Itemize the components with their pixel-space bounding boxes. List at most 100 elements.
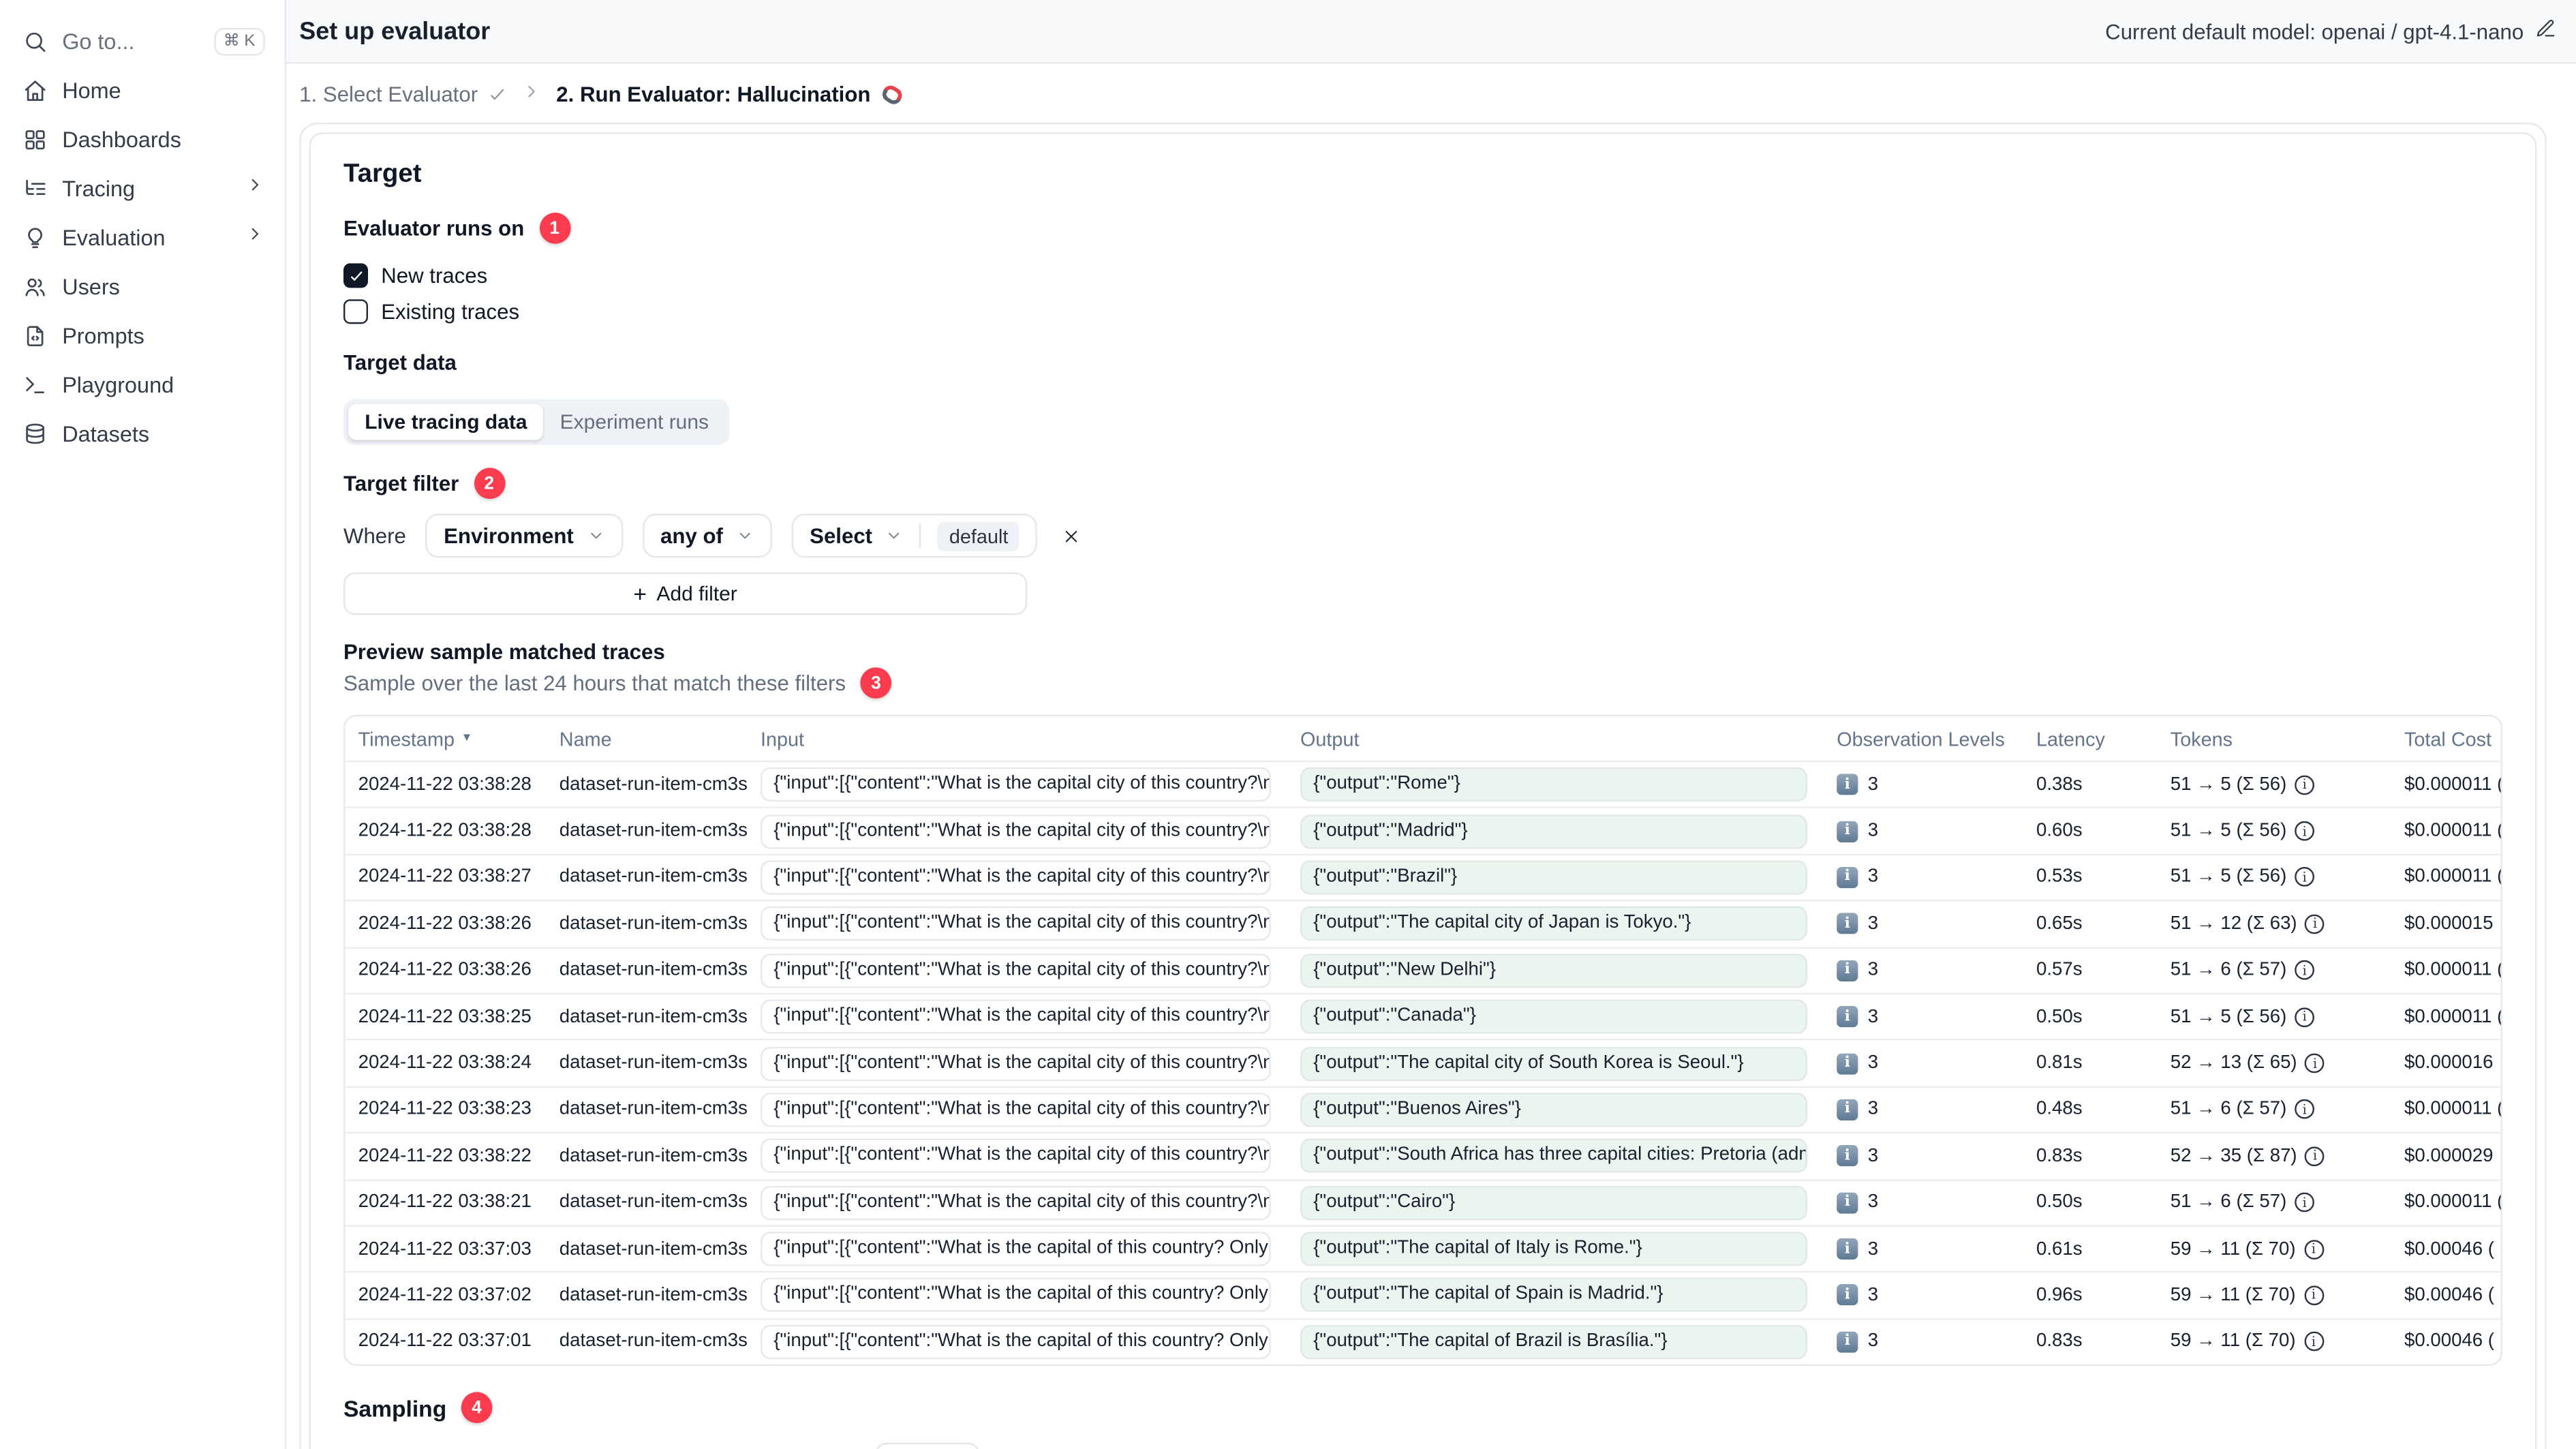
output-json[interactable]: {"output":"Canada"} [1300, 999, 1807, 1035]
checkbox-unchecked-icon[interactable] [343, 299, 368, 324]
breadcrumb-step1[interactable]: 1. Select Evaluator [299, 82, 507, 106]
breadcrumb-step2[interactable]: 2. Run Evaluator: Hallucination [556, 82, 905, 106]
output-json[interactable]: {"output":"Cairo"} [1300, 1185, 1807, 1220]
input-json[interactable]: {"input":[{"content":"What is the capita… [761, 906, 1271, 941]
info-circle-icon[interactable]: i [2305, 914, 2325, 934]
sidebar-item-playground[interactable]: Playground [0, 360, 285, 409]
checkbox-checked-icon[interactable] [343, 263, 368, 288]
table-row[interactable]: 2024-11-22 03:38:25 dataset-run-item-cm3s… [345, 992, 2501, 1039]
sampling-value-input[interactable]: 100.00 [875, 1442, 980, 1449]
info-circle-icon[interactable]: i [2303, 1285, 2324, 1306]
output-json[interactable]: {"output":"The capital city of South Kor… [1300, 1046, 1807, 1081]
cell-name: dataset-run-item-cm3s4 [559, 1099, 748, 1120]
sidebar-item-label: Playground [62, 372, 174, 397]
info-circle-icon[interactable]: i [2295, 868, 2315, 887]
input-json[interactable]: {"input":[{"content":"What is the capita… [761, 1139, 1271, 1174]
close-icon [1066, 530, 1078, 542]
add-filter-button[interactable]: + Add filter [343, 573, 1028, 615]
cell-output: {"output":"South Africa has three capita… [1287, 1139, 1824, 1174]
output-json[interactable]: {"output":"Rome"} [1300, 767, 1807, 802]
input-json[interactable]: {"input":[{"content":"What is the capita… [761, 1324, 1271, 1360]
column-header-observation-levels[interactable]: Observation Levels [1824, 727, 2023, 750]
output-json[interactable]: {"output":"Brazil"} [1300, 860, 1807, 895]
output-json[interactable]: {"output":"New Delhi"} [1300, 953, 1807, 988]
column-header-latency[interactable]: Latency [2023, 727, 2158, 750]
output-json[interactable]: {"output":"The capital city of Japan is … [1300, 906, 1807, 941]
table-row[interactable]: 2024-11-22 03:38:21 dataset-run-item-cm3s… [345, 1178, 2501, 1225]
info-circle-icon[interactable]: i [2303, 1332, 2324, 1352]
sidebar-item-home[interactable]: Home [0, 65, 285, 115]
table-row[interactable]: 2024-11-22 03:38:22 dataset-run-item-cm3s… [345, 1132, 2501, 1178]
cell-total-cost: $0.000011 ( [2404, 868, 2503, 887]
column-header-name[interactable]: Name [547, 727, 748, 750]
output-json[interactable]: {"output":"The capital of Italy is Rome.… [1300, 1232, 1807, 1266]
sidebar-item-tracing[interactable]: Tracing [0, 164, 285, 213]
preview-traces-table: Timestamp ▼ Name Input Output Observation… [343, 714, 2503, 1367]
output-json[interactable]: {"output":"The capital of Spain is Madri… [1300, 1278, 1807, 1313]
column-header-total-cost[interactable]: Total Cost [2391, 727, 2501, 750]
input-json[interactable]: {"input":[{"content":"What is the capita… [761, 1185, 1271, 1220]
output-json[interactable]: {"output":"The capital of Brazil is Bras… [1300, 1324, 1807, 1360]
cell-name: dataset-run-item-cm3s4 [559, 1053, 748, 1073]
column-header-output[interactable]: Output [1287, 727, 1824, 750]
input-json[interactable]: {"input":[{"content":"What is the capita… [761, 953, 1271, 988]
segment-experiment-runs[interactable]: Experiment runs [544, 404, 725, 440]
target-data-segmented-control: Live tracing data Experiment runs [343, 399, 731, 445]
input-json[interactable]: {"input":[{"content":"What is the capita… [761, 1278, 1271, 1313]
sidebar-item-prompts[interactable]: Prompts [0, 311, 285, 360]
column-header-timestamp[interactable]: Timestamp ▼ [345, 727, 546, 750]
output-json[interactable]: {"output":"Buenos Aires"} [1300, 1093, 1807, 1127]
token-counts: 51 → 12 (Σ 63) [2170, 914, 2297, 934]
filter-operator-select[interactable]: any of [642, 513, 772, 558]
input-json[interactable]: {"input":[{"content":"What is the capita… [761, 860, 1271, 895]
sidebar-item-evaluation[interactable]: Evaluation [0, 213, 285, 262]
table-row[interactable]: 2024-11-22 03:38:26 dataset-run-item-cm3s… [345, 900, 2501, 946]
info-circle-icon[interactable]: i [2295, 774, 2315, 795]
filter-value-select[interactable]: Select default [791, 513, 1038, 558]
output-json[interactable]: {"output":"South Africa has three capita… [1300, 1139, 1807, 1174]
input-json[interactable]: {"input":[{"content":"What is the capita… [761, 767, 1271, 802]
table-row[interactable]: 2024-11-22 03:38:28 dataset-run-item-cm3s… [345, 807, 2501, 853]
checkbox-existing-traces[interactable]: Existing traces [343, 294, 2502, 329]
sidebar-item-dashboards[interactable]: Dashboards [0, 115, 285, 164]
info-circle-icon[interactable]: i [2303, 1239, 2324, 1260]
pencil-icon[interactable] [2535, 18, 2556, 44]
info-circle-icon[interactable]: i [2305, 1146, 2325, 1166]
remove-filter-button[interactable] [1057, 521, 1086, 550]
cell-tokens: 59 → 11 (Σ 70) i [2158, 1285, 2391, 1306]
info-circle-icon[interactable]: i [2295, 1099, 2315, 1120]
checkbox-new-traces[interactable]: New traces [343, 258, 2502, 292]
output-json[interactable]: {"output":"Madrid"} [1300, 814, 1807, 849]
sidebar: Go to... ⌘ K Home Dashboards Tracing Evalua… [0, 0, 287, 1449]
info-circle-icon[interactable]: i [2305, 1053, 2325, 1073]
table-row[interactable]: 2024-11-22 03:38:27 dataset-run-item-cm3s… [345, 853, 2503, 900]
table-row[interactable]: 2024-11-22 03:38:24 dataset-run-item-cm3s… [345, 1039, 2501, 1086]
table-row[interactable]: 2024-11-22 03:38:23 dataset-run-item-cm3s… [345, 1085, 2501, 1132]
column-header-tokens[interactable]: Tokens [2158, 727, 2391, 750]
input-json[interactable]: {"input":[{"content":"What is the capita… [761, 1046, 1271, 1081]
sidebar-item-datasets[interactable]: Datasets [0, 409, 285, 458]
column-header-input[interactable]: Input [748, 727, 1287, 750]
go-to-search[interactable]: Go to... ⌘ K [0, 16, 285, 65]
observation-count: 3 [1867, 1285, 1879, 1306]
table-row[interactable]: 2024-11-22 03:37:01 dataset-run-item-cm3s… [345, 1317, 2501, 1364]
info-circle-icon[interactable]: i [2295, 1193, 2315, 1212]
plus-icon: + [633, 581, 647, 607]
info-circle-icon[interactable]: i [2295, 821, 2315, 841]
table-row[interactable]: 2024-11-22 03:38:28 dataset-run-item-cm3s… [345, 761, 2501, 807]
info-circle-icon[interactable]: i [2295, 1007, 2315, 1027]
input-json[interactable]: {"input":[{"content":"What is the capita… [761, 999, 1271, 1035]
filter-field-select[interactable]: Environment [425, 513, 623, 558]
segment-live-tracing-data[interactable]: Live tracing data [348, 403, 544, 440]
app-window: Go to... ⌘ K Home Dashboards Tracing Evalua… [0, 0, 2576, 1449]
input-json[interactable]: {"input":[{"content":"What is the capita… [761, 814, 1271, 849]
go-to-label: Go to... [62, 29, 135, 53]
info-circle-icon[interactable]: i [2295, 960, 2315, 981]
table-row[interactable]: 2024-11-22 03:37:03 dataset-run-item-cm3s… [345, 1225, 2501, 1271]
table-row[interactable]: 2024-11-22 03:38:26 dataset-run-item-cm3s… [345, 946, 2501, 993]
input-json[interactable]: {"input":[{"content":"What is the capita… [761, 1093, 1271, 1127]
input-json[interactable]: {"input":[{"content":"What is the capita… [761, 1232, 1271, 1266]
table-row[interactable]: 2024-11-22 03:37:02 dataset-run-item-cm3s… [345, 1271, 2501, 1318]
cell-timestamp: 2024-11-22 03:38:25 [358, 1007, 532, 1027]
sidebar-item-users[interactable]: Users [0, 262, 285, 311]
